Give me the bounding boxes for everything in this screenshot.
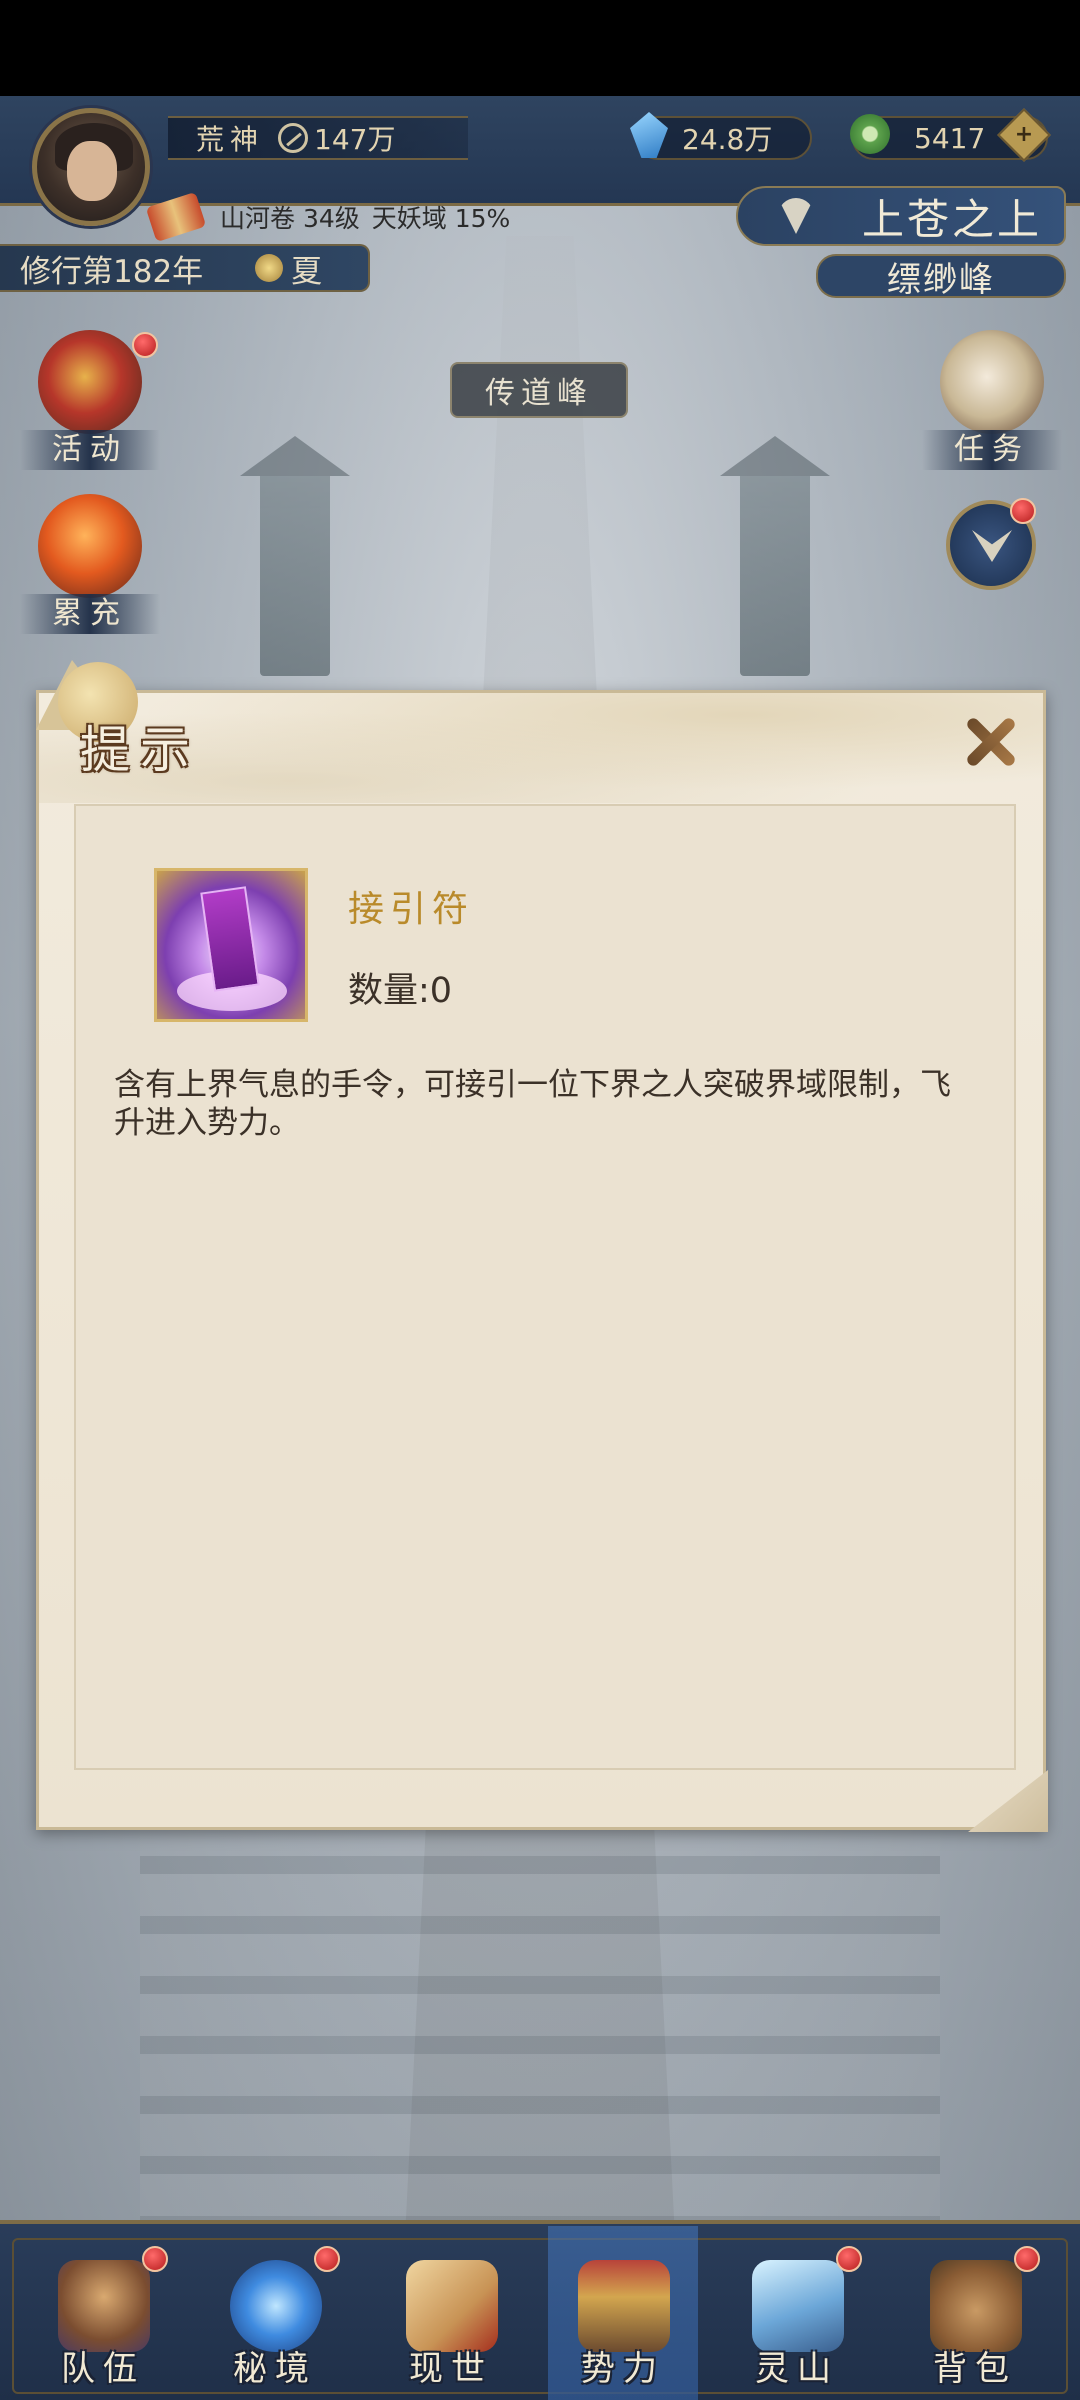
nav-sect-label: 势力 [581,2349,665,2389]
nav-secret-realm[interactable]: 秘境 [200,2226,350,2400]
nav-sect[interactable]: 势力 [548,2226,698,2400]
item-quantity: 数量:0 [348,971,453,1011]
jade-icon [850,114,890,154]
nav-spirit-mountain[interactable]: 灵山 [722,2226,872,2400]
nav-team[interactable]: 队伍 [28,2226,178,2400]
player-avatar[interactable] [32,108,150,226]
sect-palace-icon [578,2260,670,2352]
quest-label: 任务 [922,430,1062,470]
talisman-item-icon [154,868,308,1022]
location-main-label: 上苍之上 [861,194,1042,244]
scroll-level: 山河卷 34级 [220,204,360,233]
nav-bag[interactable]: 背包 [900,2226,1050,2400]
season-icon [255,254,284,282]
nav-team-label: 队伍 [61,2349,145,2389]
nav-bag-badge [1014,2246,1040,2272]
rank-power-chip[interactable]: 荒神 147万 [168,116,468,160]
secret-realm-icon [230,2260,322,2352]
nav-spirit-label: 灵山 [755,2349,839,2389]
chevron-down-icon [972,530,1012,562]
progress-info[interactable]: 山河卷 34级 天妖域 15% [145,191,522,243]
team-icon [58,2260,150,2352]
cultivation-year-bar: 修行第182年 夏 [0,244,370,292]
rank-title: 荒神 [196,123,265,156]
location-indicator[interactable]: 上苍之上 缥缈峰 [736,186,1066,300]
quest-scroll-icon [940,330,1044,434]
combat-power-value: 147万 [314,123,396,156]
activity-badge [132,332,158,358]
activity-icon [38,330,142,434]
season-label: 夏 [291,253,323,290]
bag-icon [930,2260,1022,2352]
combat-power-icon [278,123,309,153]
cultivation-year: 修行第182年 [20,253,204,290]
avatar-face [67,141,117,201]
mountain-scroll-icon [145,191,207,243]
recharge-button[interactable]: 累充 [20,494,160,634]
nav-spirit-badge [836,2246,862,2272]
realm-progress: 天妖域 15% [371,204,511,233]
spirit-stone-value: 24.8万 [682,123,773,156]
recharge-label: 累充 [20,594,160,634]
compass-badge [1010,498,1036,524]
stone-lantern-left [260,466,330,676]
world-scroll-icon [406,2260,498,2352]
jade-value: 5417 [914,121,986,155]
item-name: 接引符 [348,889,475,930]
location-sub[interactable]: 缥缈峰 [816,254,1066,300]
plus-icon: + [1014,122,1034,147]
item-description: 含有上界气息的手令，可接引一位下界之人突破界域限制，飞升进入势力。 [114,1067,951,1141]
activity-label: 活动 [20,430,160,470]
nav-secret-badge [314,2246,340,2272]
location-main[interactable]: 上苍之上 [736,186,1066,246]
quest-button[interactable]: 任务 [922,330,1062,470]
stone-lantern-right [740,466,810,676]
nav-team-badge [142,2246,168,2272]
dialog-title: 提示 [80,721,200,779]
close-button[interactable] [954,706,1026,778]
location-pin-icon [778,198,814,234]
peak-name-sign[interactable]: 传道峰 [450,362,628,418]
nav-bag-label: 背包 [933,2349,1017,2389]
nav-world[interactable]: 现世 [376,2226,526,2400]
spirit-mountain-icon [752,2260,844,2352]
compass-button[interactable] [946,498,1036,590]
nav-world-label: 现世 [409,2349,493,2389]
nav-secret-label: 秘境 [233,2349,317,2389]
activity-button[interactable]: 活动 [20,330,160,470]
recharge-lantern-icon [38,494,142,598]
